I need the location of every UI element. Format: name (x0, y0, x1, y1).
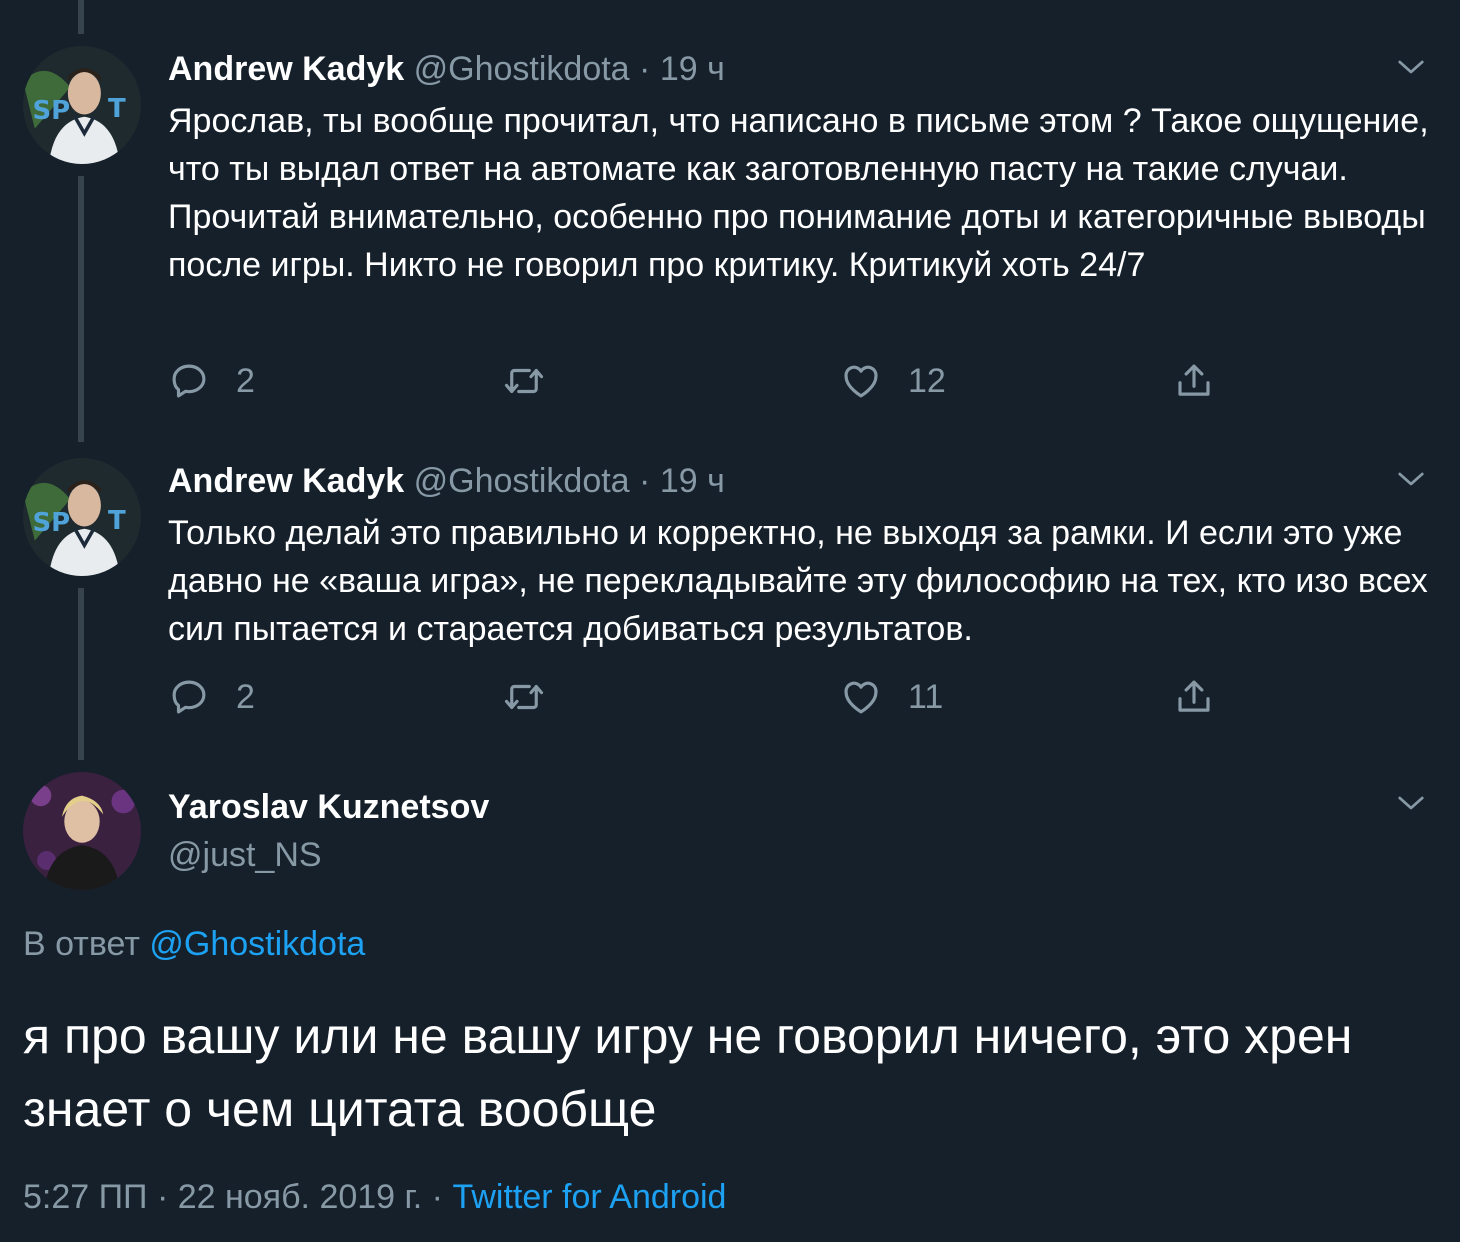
retweet-button[interactable] (503, 360, 545, 402)
like-button[interactable]: 12 (840, 360, 946, 402)
like-icon (844, 681, 878, 714)
retweet-icon (504, 368, 544, 394)
author-handle[interactable]: @just_NS (168, 836, 322, 875)
reply-count: 2 (236, 677, 255, 716)
datetime[interactable]: 5:27 ПП · 22 нояб. 2019 г. · (23, 1178, 443, 1216)
reply-button[interactable]: 2 (168, 676, 255, 718)
timestamp[interactable]: 19 ч (660, 462, 725, 500)
thread-line-top (78, 0, 84, 34)
retweet-button[interactable] (503, 676, 545, 718)
share-icon (1178, 680, 1210, 712)
separator-dot: · (639, 462, 651, 500)
chevron-down-icon[interactable] (1396, 788, 1426, 818)
author-name[interactable]: Andrew Kadyk (168, 462, 404, 500)
reply-context: В ответ @Ghostikdota (23, 925, 365, 964)
author-name[interactable]: Andrew Kadyk (168, 50, 404, 88)
like-count: 12 (908, 361, 946, 400)
author-handle[interactable]: @Ghostikdota (414, 50, 630, 88)
author-name[interactable]: Yaroslav Kuznetsov (168, 788, 489, 827)
chevron-down-icon[interactable] (1396, 464, 1426, 494)
reply-icon (172, 680, 206, 714)
timestamp[interactable]: 19 ч (660, 50, 725, 88)
tweet-actions: 2 11 (168, 676, 1268, 726)
tweet-actions: 2 12 (168, 360, 1268, 410)
author-handle[interactable]: @Ghostikdota (414, 462, 630, 500)
like-icon (844, 365, 878, 398)
reply-count: 2 (236, 361, 255, 400)
tweet-text: Только делай это правильно и корректно, … (168, 514, 1428, 648)
avatar[interactable]: SP T (23, 46, 141, 164)
reply-mention-link[interactable]: @Ghostikdota (149, 925, 365, 963)
chevron-down-icon[interactable] (1396, 52, 1426, 82)
svg-text:SP: SP (32, 96, 70, 126)
share-icon (1178, 364, 1210, 396)
share-button[interactable] (1173, 360, 1215, 402)
share-button[interactable] (1173, 676, 1215, 718)
thread-line-1 (78, 176, 84, 442)
source-link[interactable]: Twitter for Android (452, 1178, 726, 1216)
reply-prefix: В ответ (23, 925, 140, 963)
svg-text:T: T (108, 506, 126, 536)
tweet-text: Ярослав, ты вообще прочитал, что написан… (168, 102, 1429, 284)
tweet-meta: 5:27 ПП · 22 нояб. 2019 г. · Twitter for… (23, 1178, 726, 1217)
reply-icon (172, 364, 206, 398)
avatar[interactable]: SP T (23, 458, 141, 576)
like-button[interactable]: 11 (840, 676, 943, 718)
svg-text:T: T (108, 94, 126, 124)
tweet-text: я про вашу или не вашу игру не говорил н… (23, 1008, 1353, 1137)
tweet-header: Andrew Kadyk @Ghostikdota · 19 ч (168, 50, 725, 89)
avatar[interactable] (23, 772, 141, 890)
tweet-header: Andrew Kadyk @Ghostikdota · 19 ч (168, 462, 725, 501)
reply-button[interactable]: 2 (168, 360, 255, 402)
svg-text:SP: SP (32, 508, 70, 538)
retweet-icon (504, 684, 544, 710)
like-count: 11 (908, 677, 944, 716)
thread-line-2 (78, 588, 84, 760)
separator-dot: · (639, 50, 651, 88)
